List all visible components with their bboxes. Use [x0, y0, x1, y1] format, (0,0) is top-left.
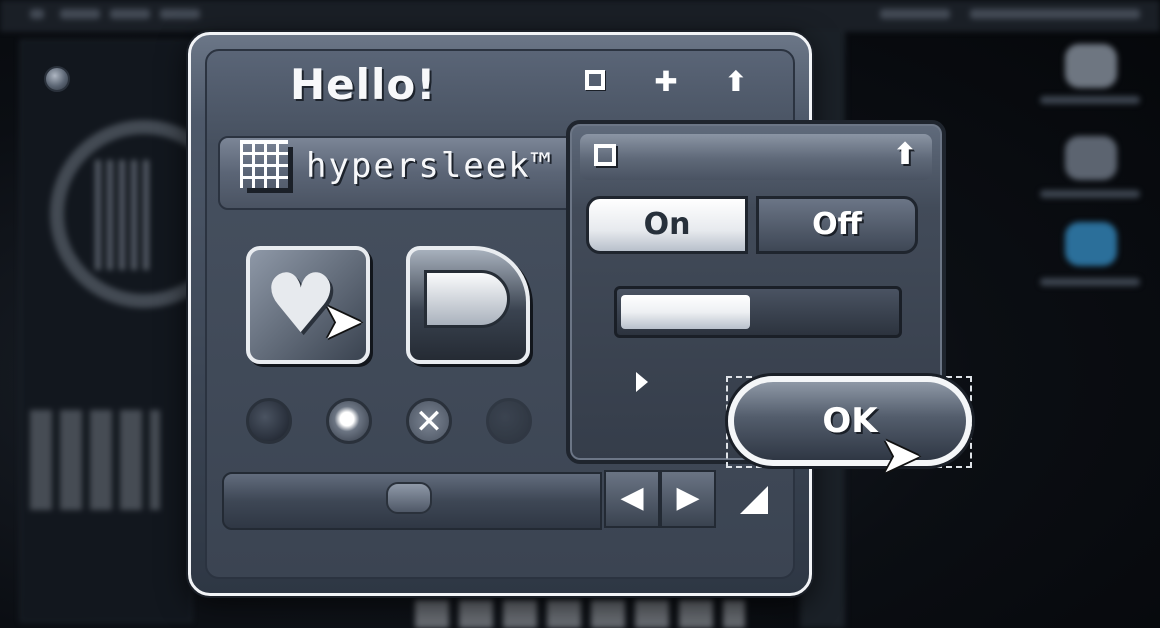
desktop-icon [1065, 222, 1117, 266]
desktop-icon-label [1040, 190, 1140, 198]
arrow-up-icon[interactable]: ⬆ [722, 68, 750, 96]
background-large-text [30, 410, 160, 510]
panel-titlebar[interactable] [580, 134, 932, 180]
window-close-button[interactable] [44, 66, 70, 92]
square-icon[interactable] [583, 68, 611, 96]
ok-button[interactable]: OK [728, 376, 972, 466]
arrow-left-icon: ◀ [620, 480, 644, 515]
toolbar-label: hypersleek™ [306, 146, 554, 186]
close-radio-button[interactable]: ✕ [406, 398, 452, 444]
plus-icon[interactable]: ✚ [652, 68, 680, 96]
arrow-right-button[interactable]: ▶ [660, 470, 716, 528]
radio-button-selected[interactable] [326, 398, 372, 444]
desktop-icon-label [1040, 96, 1140, 104]
progress-bar [614, 286, 902, 338]
window-title: Hello! [290, 60, 437, 109]
scrollbar-thumb[interactable] [386, 482, 432, 514]
close-icon: ✕ [414, 402, 444, 442]
progress-fill [621, 295, 750, 329]
grid-icon[interactable] [240, 140, 288, 188]
radio-button-disabled [486, 398, 532, 444]
play-triangle-icon[interactable] [636, 372, 648, 392]
on-toggle-button[interactable]: On [586, 196, 748, 254]
background-logo-mark [95, 160, 155, 270]
arrow-left-button[interactable]: ◀ [604, 470, 660, 528]
background-bottom-text [415, 600, 745, 628]
pill-toggle-icon [424, 270, 510, 328]
background-menubar [0, 0, 1160, 31]
pill-toggle-button[interactable] [406, 246, 530, 364]
off-toggle-button[interactable]: Off [756, 196, 918, 254]
mouse-cursor-icon: ➤ [322, 292, 364, 350]
desktop-icon [1065, 44, 1117, 88]
desktop-icon [1065, 136, 1117, 180]
mouse-cursor-icon: ➤ [880, 426, 922, 484]
desktop-icon-label [1040, 278, 1140, 286]
arrow-up-icon[interactable]: ⬆ [888, 138, 922, 172]
square-icon[interactable] [594, 144, 622, 172]
arrow-right-icon: ▶ [676, 480, 700, 515]
radio-button-off[interactable] [246, 398, 292, 444]
resize-grip-icon[interactable] [740, 486, 768, 514]
